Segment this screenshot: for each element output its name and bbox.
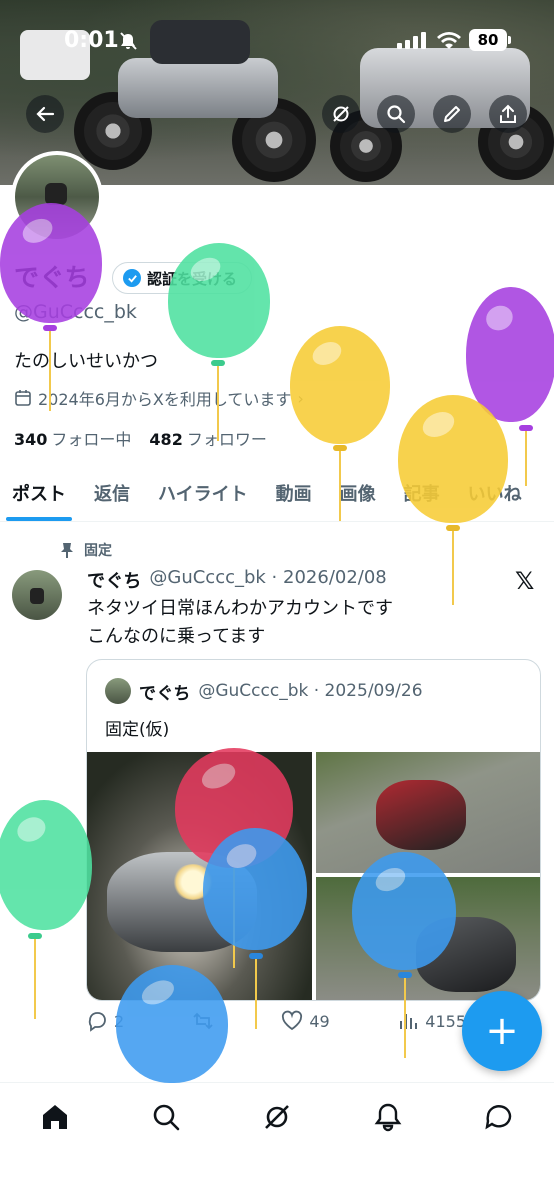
grok-icon[interactable]	[261, 1101, 293, 1133]
follow-stats: 340 フォロー中 482 フォロワー	[14, 426, 267, 450]
joined-label: 2024年6月からXを利用しています	[38, 390, 292, 409]
pinned-indicator: 固定	[60, 540, 112, 560]
get-verified-button[interactable]: 認証を受ける	[112, 262, 253, 294]
status-time: 0:01	[64, 28, 119, 53]
post-author-name[interactable]: でぐち	[87, 567, 141, 593]
plus-icon: +	[485, 1008, 519, 1054]
following-label: フォロー中	[51, 430, 132, 449]
pencil-icon	[444, 106, 460, 122]
grok-icon	[333, 106, 349, 122]
quote-image[interactable]	[316, 877, 540, 1000]
post-text-line: こんなのに乗ってます	[87, 626, 266, 647]
chevron-right-icon: ›	[297, 388, 304, 408]
post-text-line: ネタツイ日常ほんわかアカウントです	[87, 598, 393, 619]
grok-button[interactable]	[322, 95, 360, 133]
tab-highlights[interactable]: ハイライト	[158, 464, 248, 521]
views-icon	[400, 1014, 418, 1029]
wifi-icon	[437, 32, 461, 49]
search-button[interactable]	[377, 95, 415, 133]
followers-link[interactable]: 482 フォロワー	[149, 426, 266, 450]
arrow-left-icon	[36, 106, 55, 122]
followers-count: 482	[149, 430, 183, 449]
reply-icon	[88, 1012, 106, 1032]
get-verified-label: 認証を受ける	[147, 269, 238, 288]
cellular-signal-icon	[397, 32, 426, 49]
profile-bio: たのしいせいかつ	[14, 351, 158, 372]
home-icon[interactable]	[39, 1101, 71, 1133]
pin-icon	[61, 543, 73, 558]
bell-icon[interactable]	[372, 1101, 404, 1133]
view-count: 4155	[425, 1011, 466, 1031]
joined-date[interactable]: 2024年6月からXを利用しています ›	[14, 386, 304, 410]
following-link[interactable]: 340 フォロー中	[14, 426, 131, 450]
quote-meta: @GuCccc_bk · 2025/09/26	[198, 681, 423, 701]
share-button[interactable]	[489, 95, 527, 133]
tab-posts[interactable]: ポスト	[6, 464, 72, 521]
quoted-post[interactable]: でぐち @GuCccc_bk · 2025/09/26 固定(仮)	[86, 659, 541, 1001]
quote-text: 固定(仮)	[105, 720, 170, 740]
x-logo-icon[interactable]: 𝕏	[515, 567, 534, 595]
balloon	[0, 800, 94, 1030]
repost-icon	[193, 1012, 213, 1030]
tab-articles[interactable]: 記事	[404, 464, 440, 521]
tab-videos[interactable]: 動画	[276, 464, 312, 521]
avatar-image	[15, 155, 99, 239]
verified-badge-icon	[123, 269, 141, 287]
views-button[interactable]: 4155	[397, 1010, 466, 1032]
like-button[interactable]: 49	[281, 1010, 330, 1032]
profile-name: でぐち	[14, 263, 90, 292]
reply-button[interactable]: 2	[86, 1010, 124, 1032]
profile-handle: @GuCccc_bk	[14, 301, 137, 323]
like-count: 49	[309, 1011, 330, 1031]
tab-likes[interactable]: いいね	[468, 464, 522, 521]
reply-count: 2	[114, 1011, 125, 1031]
post-text: ネタツイ日常ほんわかアカウントです こんなのに乗ってます	[87, 595, 393, 651]
search-icon[interactable]	[150, 1101, 182, 1133]
followers-label: フォロワー	[186, 430, 267, 449]
quote-avatar	[105, 678, 131, 704]
back-button[interactable]	[26, 95, 64, 133]
bell-off-icon	[120, 32, 137, 50]
battery-indicator: 80	[469, 29, 511, 51]
post-header: でぐち @GuCccc_bk · 2026/02/08	[87, 567, 387, 593]
profile-tabs: ポスト 返信 ハイライト 動画 画像 記事 いいね	[0, 464, 554, 522]
search-icon	[387, 105, 406, 124]
post-avatar[interactable]	[12, 570, 62, 620]
share-icon	[500, 104, 516, 123]
quote-image[interactable]	[316, 752, 540, 873]
quote-image[interactable]	[87, 752, 312, 1000]
repost-button[interactable]	[192, 1010, 214, 1032]
quote-header: でぐち @GuCccc_bk · 2025/09/26	[105, 678, 423, 704]
quote-author-name: でぐち	[139, 683, 191, 704]
tab-photos[interactable]: 画像	[340, 464, 376, 521]
balloon	[466, 287, 554, 487]
compose-button[interactable]: +	[462, 991, 542, 1071]
post-meta: @GuCccc_bk · 2026/02/08	[149, 567, 387, 588]
bottom-nav	[0, 1082, 554, 1200]
status-bar: 0:01 80	[0, 0, 554, 80]
following-count: 340	[14, 430, 48, 449]
pinned-label: 固定	[84, 543, 112, 559]
messages-icon[interactable]	[483, 1101, 515, 1133]
calendar-icon	[15, 390, 31, 406]
tab-replies[interactable]: 返信	[94, 464, 130, 521]
heart-icon	[282, 1010, 303, 1031]
post-actions: 2 49 4155	[86, 1010, 466, 1032]
edit-button[interactable]	[433, 95, 471, 133]
profile-avatar[interactable]	[11, 151, 103, 243]
